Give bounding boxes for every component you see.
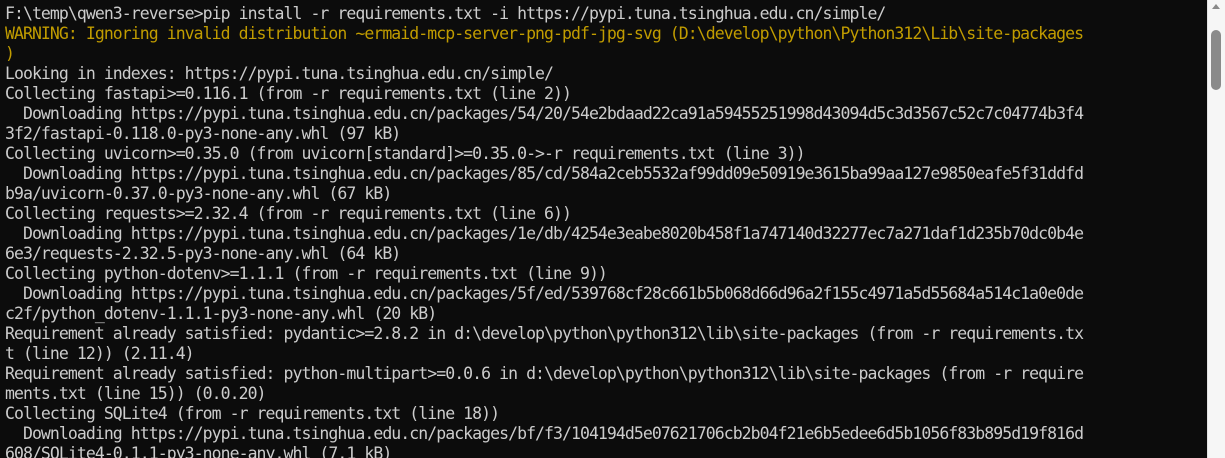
- scroll-up-arrow-icon[interactable]: [1212, 4, 1220, 9]
- terminal-window[interactable]: F:\temp\qwen3-reverse>pip install -r req…: [0, 0, 1207, 458]
- warning-line: ): [5, 44, 15, 63]
- command-line: F:\temp\qwen3-reverse>pip install -r req…: [5, 4, 886, 23]
- output-line: Downloading https://pypi.tuna.tsinghua.e…: [5, 424, 1084, 443]
- output-line: Downloading https://pypi.tuna.tsinghua.e…: [5, 164, 1084, 183]
- output-line: 6e3/requests-2.32.5-py3-none-any.whl (64…: [5, 244, 401, 263]
- warning-line: WARNING: Ignoring invalid distribution ~…: [5, 24, 1084, 43]
- scrollbar-thumb[interactable]: [1211, 30, 1221, 90]
- output-line: Downloading https://pypi.tuna.tsinghua.e…: [5, 284, 1084, 303]
- output-line: Requirement already satisfied: python-mu…: [5, 364, 1084, 383]
- vertical-scrollbar[interactable]: [1207, 0, 1225, 458]
- output-line: Requirement already satisfied: pydantic>…: [5, 324, 1084, 343]
- output-line: ments.txt (line 15)) (0.0.20): [5, 384, 266, 403]
- output-line: 3f2/fastapi-0.118.0-py3-none-any.whl (97…: [5, 124, 401, 143]
- terminal-output: F:\temp\qwen3-reverse>pip install -r req…: [5, 4, 1084, 458]
- output-line: Collecting uvicorn>=0.35.0 (from uvicorn…: [5, 144, 806, 163]
- output-line: Downloading https://pypi.tuna.tsinghua.e…: [5, 104, 1084, 123]
- output-line: Collecting requests>=2.32.4 (from -r req…: [5, 204, 572, 223]
- output-line: Collecting fastapi>=0.116.1 (from -r req…: [5, 84, 572, 103]
- output-line: b9a/uvicorn-0.37.0-py3-none-any.whl (67 …: [5, 184, 392, 203]
- output-line: Looking in indexes: https://pypi.tuna.ts…: [5, 64, 554, 83]
- output-line: 608/SQLite4-0.1.1-py3-none-any.whl (7.1 …: [5, 444, 392, 458]
- output-line: c2f/python_dotenv-1.1.1-py3-none-any.whl…: [5, 304, 437, 323]
- output-line: Downloading https://pypi.tuna.tsinghua.e…: [5, 224, 1084, 243]
- output-line: t (line 12)) (2.11.4): [5, 344, 195, 363]
- output-line: Collecting python-dotenv>=1.1.1 (from -r…: [5, 264, 608, 283]
- output-line: Collecting SQLite4 (from -r requirements…: [5, 404, 500, 423]
